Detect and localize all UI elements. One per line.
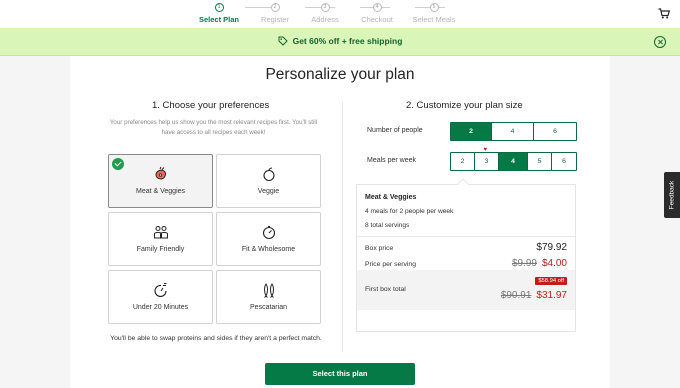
people-selector: 2 4 6 (450, 122, 577, 141)
checkmark-icon (112, 158, 124, 170)
box-price-label: Box price (365, 245, 394, 252)
preference-family-friendly[interactable]: Family Friendly (108, 212, 213, 266)
per-serving-label: Price per serving (365, 261, 416, 268)
plan-card: Personalize your plan 1. Choose your pre… (70, 56, 610, 388)
checkout-stepper: 1 Select Plan 2 Register 3 Address 4 Che… (199, 3, 460, 27)
first-box-label: First box total (365, 286, 406, 293)
meals-option-3-label: 3 (484, 158, 489, 165)
feedback-tab[interactable]: Feedback (664, 172, 680, 218)
first-box-old-price: $90.91 (500, 290, 532, 301)
summary-separator (357, 236, 575, 237)
step-checkout: 4 Checkout (347, 3, 407, 24)
meals-option-6[interactable]: 6 (552, 153, 576, 170)
fit-wholesome-icon (262, 225, 276, 240)
meals-option-2[interactable]: 2 (451, 153, 475, 170)
step-number: 5 (429, 3, 439, 12)
step-label: Select Meals (412, 15, 456, 24)
summary-meals-line: 4 meals for 2 people per week (365, 208, 454, 215)
first-box-new-price: $31.97 (536, 290, 567, 301)
step-label: Address (311, 15, 339, 24)
fish-icon (264, 283, 274, 298)
meals-label: Meals per week (367, 157, 417, 164)
preference-label: Fit & Wholesome (241, 246, 296, 253)
step-select-plan[interactable]: 1 Select Plan (189, 3, 249, 24)
plan-size-heading: 2. Customize your plan size (406, 100, 523, 111)
step-address: 3 Address (295, 3, 355, 24)
close-icon[interactable] (654, 36, 666, 48)
preference-label: Veggie (257, 188, 280, 195)
meals-option-4[interactable]: 4 (499, 153, 528, 170)
timer-icon (154, 283, 167, 297)
summary-title: Meat & Veggies (365, 194, 417, 201)
preference-label: Pescatarian (250, 304, 287, 311)
meals-selector: 2 ♥ 3 4 5 6 (450, 147, 577, 171)
per-serving-old-price: $9.99 (511, 258, 537, 269)
plan-summary: Meat & Veggies 4 meals for 2 people per … (356, 184, 576, 332)
per-serving-value: $9.99 $4.00 (512, 258, 567, 269)
per-serving-new-price: $4.00 (541, 258, 567, 269)
promo-text: Get 60% off + free shipping (292, 36, 403, 46)
step-number: 2 (270, 3, 280, 12)
preference-fit-wholesome[interactable]: Fit & Wholesome (216, 212, 321, 266)
preference-pescatarian[interactable]: Pescatarian (216, 270, 321, 324)
step-number: 1 (214, 3, 224, 12)
promo-message: Get 60% off + free shipping (0, 36, 680, 46)
preference-label: Under 20 Minutes (132, 304, 189, 311)
heart-icon: ♥ (483, 147, 488, 153)
select-plan-button[interactable]: Select this plan (265, 363, 415, 385)
preference-meat-veggies[interactable]: Meat & Veggies (108, 154, 213, 208)
people-option-2[interactable]: 2 (451, 123, 492, 140)
column-divider (342, 102, 343, 352)
meat-veggies-icon (155, 166, 166, 180)
step-number: 3 (320, 3, 330, 12)
veggie-icon (263, 167, 275, 182)
people-option-4[interactable]: 4 (492, 123, 534, 140)
discount-badge: $58.94 off (535, 277, 567, 285)
family-icon (154, 226, 168, 239)
step-number: 4 (372, 3, 382, 12)
preferences-description: Your preferences help us show you the mo… (109, 119, 318, 136)
box-price-value: $79.92 (536, 242, 567, 253)
preference-under-20-minutes[interactable]: Under 20 Minutes (108, 270, 213, 324)
people-label: Number of people (367, 127, 423, 134)
summary-servings-line: 8 total servings (365, 222, 410, 229)
preference-veggie[interactable]: Veggie (216, 154, 321, 208)
meals-option-5[interactable]: 5 (528, 153, 552, 170)
step-label: Select Plan (198, 15, 240, 24)
promo-banner: Get 60% off + free shipping (0, 28, 680, 56)
feedback-label: Feedback (668, 180, 676, 210)
step-label: Checkout (361, 15, 393, 24)
top-navigation-bar: 1 Select Plan 2 Register 3 Address 4 Che… (0, 0, 680, 28)
price-tag-icon (278, 36, 288, 46)
meals-option-3[interactable]: ♥ 3 (475, 147, 499, 170)
preference-label: Meat & Veggies (135, 188, 186, 195)
cart-icon[interactable] (658, 8, 670, 19)
preferences-heading: 1. Choose your preferences (152, 100, 270, 111)
swap-note: You'll be able to swap proteins and side… (110, 335, 322, 342)
page-title: Personalize your plan (265, 66, 415, 83)
people-option-6[interactable]: 6 (534, 123, 576, 140)
first-box-value: $90.91 $31.97 (501, 290, 567, 301)
preference-label: Family Friendly (136, 246, 185, 253)
step-select-meals: 5 Select Meals (404, 3, 464, 24)
